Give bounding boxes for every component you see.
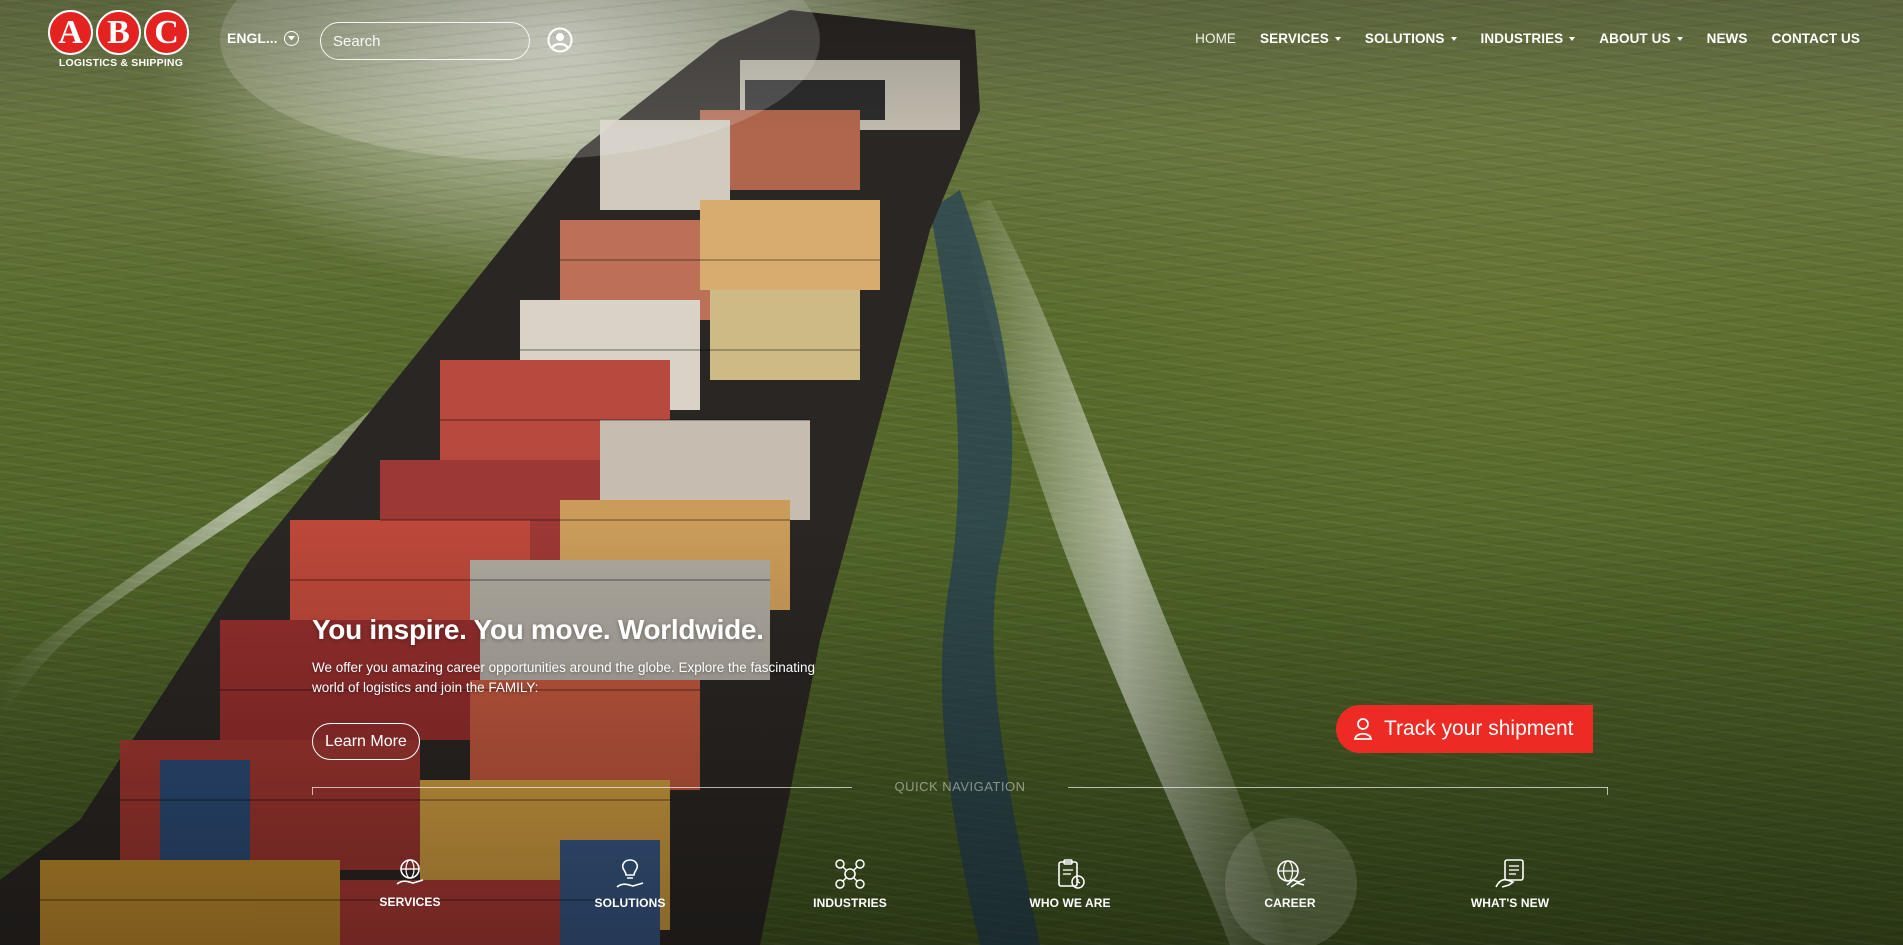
main-nav: HOME SERVICES SOLUTIONS INDUSTRIES ABOUT… (1195, 31, 1860, 46)
brand-logo[interactable]: A B C LOGISTICS & SHIPPING (48, 10, 196, 74)
hero-headline: You inspire. You move. Worldwide. (312, 614, 764, 645)
nav-contact-us-label: CONTACT US (1771, 31, 1860, 46)
quick-nav-divider-right (1068, 787, 1608, 788)
quick-nav-solutions-label: SOLUTIONS (594, 896, 666, 910)
nav-news[interactable]: NEWS (1707, 31, 1748, 46)
search-input[interactable] (333, 32, 532, 50)
track-shipment-button[interactable]: Track your shipment (1336, 705, 1593, 753)
quick-nav-career[interactable]: CAREER (1220, 857, 1360, 910)
quick-nav-industries-label: INDUSTRIES (813, 896, 887, 910)
language-selector[interactable]: ENGL... (227, 30, 299, 46)
nav-industries[interactable]: INDUSTRIES (1481, 31, 1576, 46)
quick-nav-tick-left (312, 787, 313, 795)
nav-solutions[interactable]: SOLUTIONS (1365, 31, 1457, 46)
quick-nav-whats-new-label: WHAT'S NEW (1470, 896, 1550, 910)
nav-industries-label: INDUSTRIES (1480, 31, 1564, 46)
quick-nav-who-we-are[interactable]: WHO WE ARE (1000, 857, 1140, 910)
site-header: A B C LOGISTICS & SHIPPING ENGL... HOME … (0, 0, 1903, 80)
quick-nav-whats-new[interactable]: WHAT'S NEW (1440, 857, 1580, 910)
nav-services[interactable]: SERVICES (1260, 31, 1341, 46)
lightbulb-hand-icon (616, 859, 644, 888)
logo-letter-a: A (48, 10, 93, 55)
nav-contact-us[interactable]: CONTACT US (1772, 31, 1861, 46)
quick-nav-title: QUICK NAVIGATION (894, 779, 1026, 794)
nav-services-label: SERVICES (1260, 31, 1329, 46)
network-icon (835, 859, 865, 889)
person-pin-icon (1353, 718, 1373, 740)
news-hand-icon (1495, 859, 1524, 888)
nav-solutions-label: SOLUTIONS (1364, 31, 1445, 46)
search-box[interactable] (320, 22, 532, 60)
quick-nav-solutions[interactable]: SOLUTIONS (560, 857, 700, 910)
globe-hand-icon (396, 859, 424, 885)
globe-handshake-icon (1277, 860, 1306, 888)
user-account-icon[interactable] (547, 27, 573, 53)
clipboard-clock-icon (1058, 859, 1085, 889)
caret-down-icon (1334, 36, 1341, 41)
quick-nav-services[interactable]: SERVICES (340, 856, 480, 909)
quick-nav-who-we-are-label: WHO WE ARE (1029, 896, 1111, 910)
logo-letter-c: C (144, 10, 189, 55)
caret-down-icon (1676, 36, 1683, 41)
nav-about-us[interactable]: ABOUT US (1599, 31, 1683, 46)
quick-nav-divider-left (312, 787, 852, 788)
quick-nav-industries[interactable]: INDUSTRIES (780, 857, 920, 910)
nav-news-label: NEWS (1706, 31, 1748, 46)
nav-home-label: HOME (1195, 31, 1237, 46)
logo-subtitle: LOGISTICS & SHIPPING (58, 57, 184, 69)
learn-more-button[interactable]: Learn More (312, 723, 420, 760)
caret-down-icon (1569, 36, 1576, 41)
hero-background (0, 0, 1903, 945)
chevron-down-icon (283, 30, 299, 46)
quick-nav-career-label: CAREER (1264, 896, 1316, 910)
nav-home[interactable]: HOME (1195, 31, 1236, 46)
quick-nav-tick-right (1607, 787, 1608, 795)
logo-letter-b: B (96, 10, 141, 55)
hero-body: We offer you amazing career opportunitie… (312, 660, 816, 695)
quick-nav-services-label: SERVICES (379, 895, 441, 909)
nav-about-us-label: ABOUT US (1599, 31, 1671, 46)
caret-down-icon (1450, 36, 1457, 41)
quick-nav-items: SERVICES SOLUTIONS INDUSTRIES WHO WE ARE… (0, 850, 1903, 945)
track-shipment-label: Track your shipment (1384, 717, 1574, 740)
logo-letters: A B C (48, 10, 196, 55)
language-label: ENGL... (227, 30, 278, 46)
hero-text: You inspire. You move. Worldwide. We off… (312, 614, 852, 698)
bottom-vignette (0, 0, 1903, 945)
